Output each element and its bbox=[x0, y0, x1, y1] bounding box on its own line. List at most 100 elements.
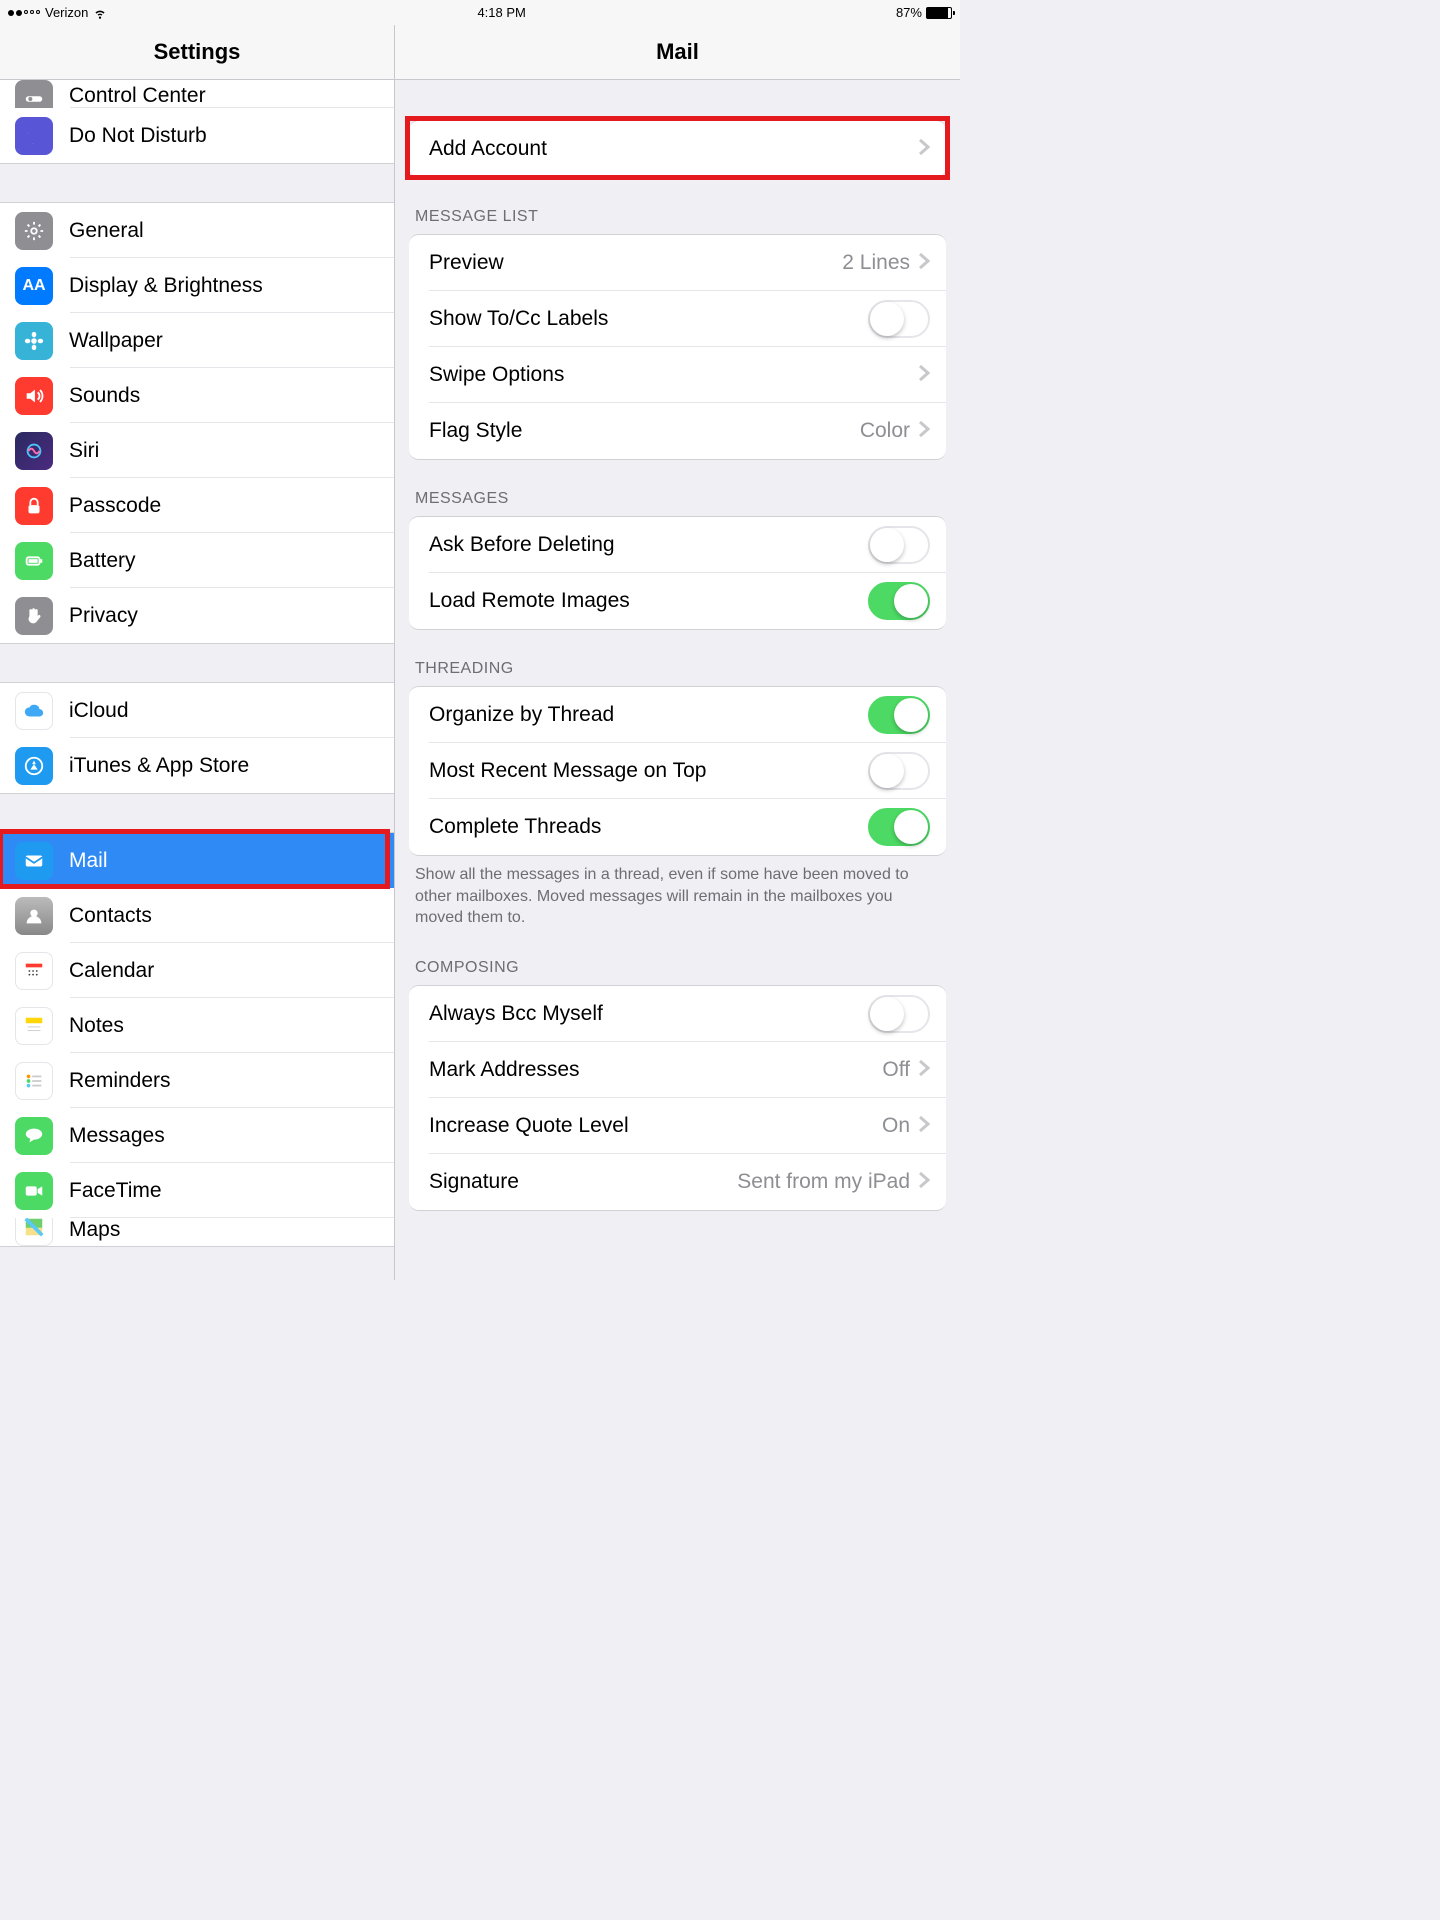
row-value: 2 Lines bbox=[842, 251, 910, 275]
row-complete-threads[interactable]: Complete Threads bbox=[409, 799, 946, 855]
detail-pane: Add Account MESSAGE LIST Preview 2 Lines… bbox=[395, 80, 960, 1280]
sidebar-item-wallpaper[interactable]: Wallpaper bbox=[0, 313, 394, 368]
row-show-tocc[interactable]: Show To/Cc Labels bbox=[409, 291, 946, 347]
sidebar-item-calendar[interactable]: Calendar bbox=[0, 943, 394, 998]
row-increase-quote-level[interactable]: Increase Quote Level On bbox=[409, 1098, 946, 1154]
contacts-icon bbox=[15, 897, 53, 935]
chevron-right-icon bbox=[918, 362, 930, 388]
row-most-recent-top[interactable]: Most Recent Message on Top bbox=[409, 743, 946, 799]
sidebar-item-control-center[interactable]: Control Center bbox=[0, 80, 394, 108]
row-label: Add Account bbox=[429, 137, 918, 161]
battery-icon bbox=[926, 7, 952, 19]
row-label: Signature bbox=[429, 1170, 737, 1194]
row-label: Organize by Thread bbox=[429, 703, 868, 727]
toggle-always-bcc[interactable] bbox=[868, 995, 930, 1033]
sidebar-item-label: FaceTime bbox=[69, 1179, 394, 1203]
sidebar-item-reminders[interactable]: Reminders bbox=[0, 1053, 394, 1108]
section-header-messages: MESSAGES bbox=[395, 460, 960, 516]
sidebar-item-itunes-appstore[interactable]: iTunes & App Store bbox=[0, 738, 394, 793]
sidebar-item-sounds[interactable]: Sounds bbox=[0, 368, 394, 423]
row-load-remote-images[interactable]: Load Remote Images bbox=[409, 573, 946, 629]
sidebar-item-label: Display & Brightness bbox=[69, 274, 394, 298]
row-value: Color bbox=[860, 419, 910, 443]
sidebar-item-passcode[interactable]: Passcode bbox=[0, 478, 394, 533]
chevron-right-icon bbox=[918, 136, 930, 162]
sidebar-item-label: iTunes & App Store bbox=[69, 754, 394, 778]
chevron-right-icon bbox=[918, 418, 930, 444]
row-mark-addresses[interactable]: Mark Addresses Off bbox=[409, 1042, 946, 1098]
sidebar-item-label: Battery bbox=[69, 549, 394, 573]
sidebar-item-label: Passcode bbox=[69, 494, 394, 518]
chevron-right-icon bbox=[918, 1057, 930, 1083]
toggle-complete-threads[interactable] bbox=[868, 808, 930, 846]
toggle-ask-before-deleting[interactable] bbox=[868, 526, 930, 564]
sidebar-item-general[interactable]: General bbox=[0, 203, 394, 258]
threading-footer: Show all the messages in a thread, even … bbox=[395, 856, 960, 929]
sidebar-item-display-brightness[interactable]: AA Display & Brightness bbox=[0, 258, 394, 313]
battery-pct-label: 87% bbox=[896, 5, 922, 20]
sidebar-item-label: Wallpaper bbox=[69, 329, 394, 353]
notes-icon bbox=[15, 1007, 53, 1045]
lock-icon bbox=[15, 487, 53, 525]
sidebar-item-do-not-disturb[interactable]: Do Not Disturb bbox=[0, 108, 394, 163]
toggle-show-tocc[interactable] bbox=[868, 300, 930, 338]
sidebar-item-contacts[interactable]: Contacts bbox=[0, 888, 394, 943]
row-label: Flag Style bbox=[429, 419, 860, 443]
row-ask-before-deleting[interactable]: Ask Before Deleting bbox=[409, 517, 946, 573]
sidebar-item-label: Contacts bbox=[69, 904, 394, 928]
sidebar-item-label: Sounds bbox=[69, 384, 394, 408]
sidebar-item-siri[interactable]: Siri bbox=[0, 423, 394, 478]
sidebar-item-label: Do Not Disturb bbox=[69, 124, 394, 148]
hand-icon bbox=[15, 597, 53, 635]
calendar-icon bbox=[15, 952, 53, 990]
sidebar-item-label: Reminders bbox=[69, 1069, 394, 1093]
row-value: Off bbox=[882, 1058, 910, 1082]
sidebar-item-battery[interactable]: Battery bbox=[0, 533, 394, 588]
sidebar-item-icloud[interactable]: iCloud bbox=[0, 683, 394, 738]
row-label: Load Remote Images bbox=[429, 589, 868, 613]
status-right: 87% bbox=[896, 5, 952, 20]
status-time: 4:18 PM bbox=[477, 5, 525, 20]
row-swipe-options[interactable]: Swipe Options bbox=[409, 347, 946, 403]
mail-icon bbox=[15, 842, 53, 880]
speaker-icon bbox=[15, 377, 53, 415]
row-label: Swipe Options bbox=[429, 363, 918, 387]
chevron-right-icon bbox=[918, 1113, 930, 1139]
row-label: Show To/Cc Labels bbox=[429, 307, 868, 331]
sidebar-item-label: General bbox=[69, 219, 394, 243]
sidebar-item-label: Control Center bbox=[69, 84, 394, 108]
cloud-icon bbox=[15, 692, 53, 730]
sidebar-item-label: Notes bbox=[69, 1014, 394, 1038]
carrier-label: Verizon bbox=[45, 5, 88, 20]
sidebar-item-notes[interactable]: Notes bbox=[0, 998, 394, 1053]
sidebar-item-maps[interactable]: Maps bbox=[0, 1218, 394, 1246]
sidebar-item-mail[interactable]: Mail bbox=[0, 833, 394, 888]
sidebar-item-privacy[interactable]: Privacy bbox=[0, 588, 394, 643]
sidebar-item-label: Siri bbox=[69, 439, 394, 463]
toggle-organize-by-thread[interactable] bbox=[868, 696, 930, 734]
sidebar-item-label: Messages bbox=[69, 1124, 394, 1148]
section-header-composing: COMPOSING bbox=[395, 929, 960, 985]
row-label: Most Recent Message on Top bbox=[429, 759, 868, 783]
sidebar-item-facetime[interactable]: FaceTime bbox=[0, 1163, 394, 1218]
row-label: Ask Before Deleting bbox=[429, 533, 868, 557]
aa-icon: AA bbox=[15, 267, 53, 305]
row-organize-by-thread[interactable]: Organize by Thread bbox=[409, 687, 946, 743]
row-flag-style[interactable]: Flag Style Color bbox=[409, 403, 946, 459]
sidebar-item-messages[interactable]: Messages bbox=[0, 1108, 394, 1163]
sidebar-item-label: Maps bbox=[69, 1218, 394, 1242]
row-add-account[interactable]: Add Account bbox=[409, 121, 946, 177]
row-preview[interactable]: Preview 2 Lines bbox=[409, 235, 946, 291]
battery-icon bbox=[15, 542, 53, 580]
section-header-threading: THREADING bbox=[395, 630, 960, 686]
row-signature[interactable]: Signature Sent from my iPad bbox=[409, 1154, 946, 1210]
sidebar-item-label: Mail bbox=[69, 849, 394, 873]
toggle-most-recent-top[interactable] bbox=[868, 752, 930, 790]
detail-title: Mail bbox=[395, 25, 960, 79]
row-always-bcc[interactable]: Always Bcc Myself bbox=[409, 986, 946, 1042]
maps-icon bbox=[15, 1218, 53, 1246]
row-label: Preview bbox=[429, 251, 842, 275]
row-value: On bbox=[882, 1114, 910, 1138]
toggle-load-remote-images[interactable] bbox=[868, 582, 930, 620]
row-label: Increase Quote Level bbox=[429, 1114, 882, 1138]
